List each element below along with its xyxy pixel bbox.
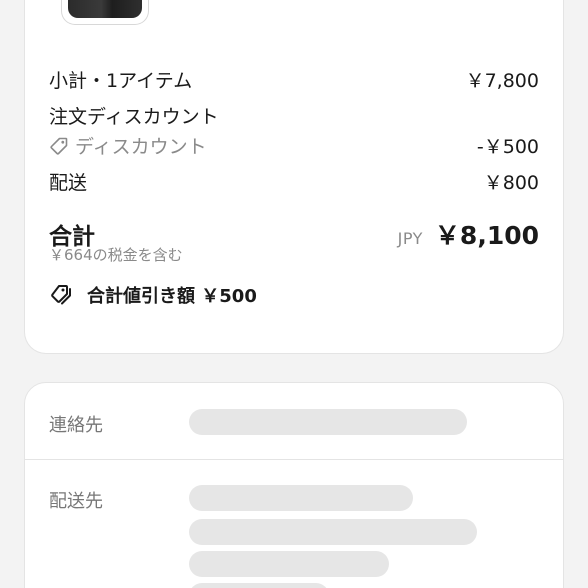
contact-label: 連絡先: [49, 415, 103, 436]
discount-value: -￥500: [476, 136, 539, 158]
discount-name: ディスカウント: [49, 132, 207, 159]
order-discount-label: 注文ディスカウント: [49, 106, 219, 128]
subtotal-label: 小計・1アイテム: [49, 70, 193, 92]
currency-code: JPY: [397, 229, 423, 248]
address-placeholder-line-1: [189, 485, 413, 511]
shipping-address-label: 配送先: [49, 491, 103, 512]
total-amount: JPY ￥8,100: [398, 216, 539, 252]
subtotal-value: ￥7,800: [465, 70, 539, 92]
divider: [25, 459, 563, 460]
savings-label: 合計値引き額 ￥500: [87, 286, 257, 307]
address-placeholder-line-3: [189, 551, 389, 577]
product-thumbnail: [61, 0, 149, 25]
product-image: [68, 0, 142, 18]
total-savings: 合計値引き額 ￥500: [49, 282, 257, 308]
shipping-row: 配送 ￥800: [49, 168, 539, 195]
order-discount-row: 注文ディスカウント: [49, 102, 539, 129]
checkout-summary-page: グレー / M 小計・1アイテム ￥7,800 注文ディスカウント ディスカウン…: [0, 0, 588, 588]
subtotal-row: 小計・1アイテム ￥7,800: [49, 66, 539, 93]
total-value: ￥8,100: [434, 221, 539, 250]
tax-note: ￥664の税金を含む: [49, 246, 183, 264]
address-placeholder-line-2: [189, 519, 477, 545]
contact-card: 連絡先 配送先: [24, 382, 564, 588]
contact-placeholder: [189, 409, 467, 435]
order-summary-card: グレー / M 小計・1アイテム ￥7,800 注文ディスカウント ディスカウン…: [24, 0, 564, 354]
shipping-label: 配送: [49, 172, 88, 194]
discount-label: ディスカウント: [75, 136, 207, 158]
address-placeholder-line-4: [189, 583, 329, 588]
tags-icon: [51, 285, 71, 305]
shipping-value: ￥800: [483, 172, 539, 194]
discount-row: ディスカウント -￥500: [49, 132, 539, 159]
tag-icon: [50, 137, 68, 155]
